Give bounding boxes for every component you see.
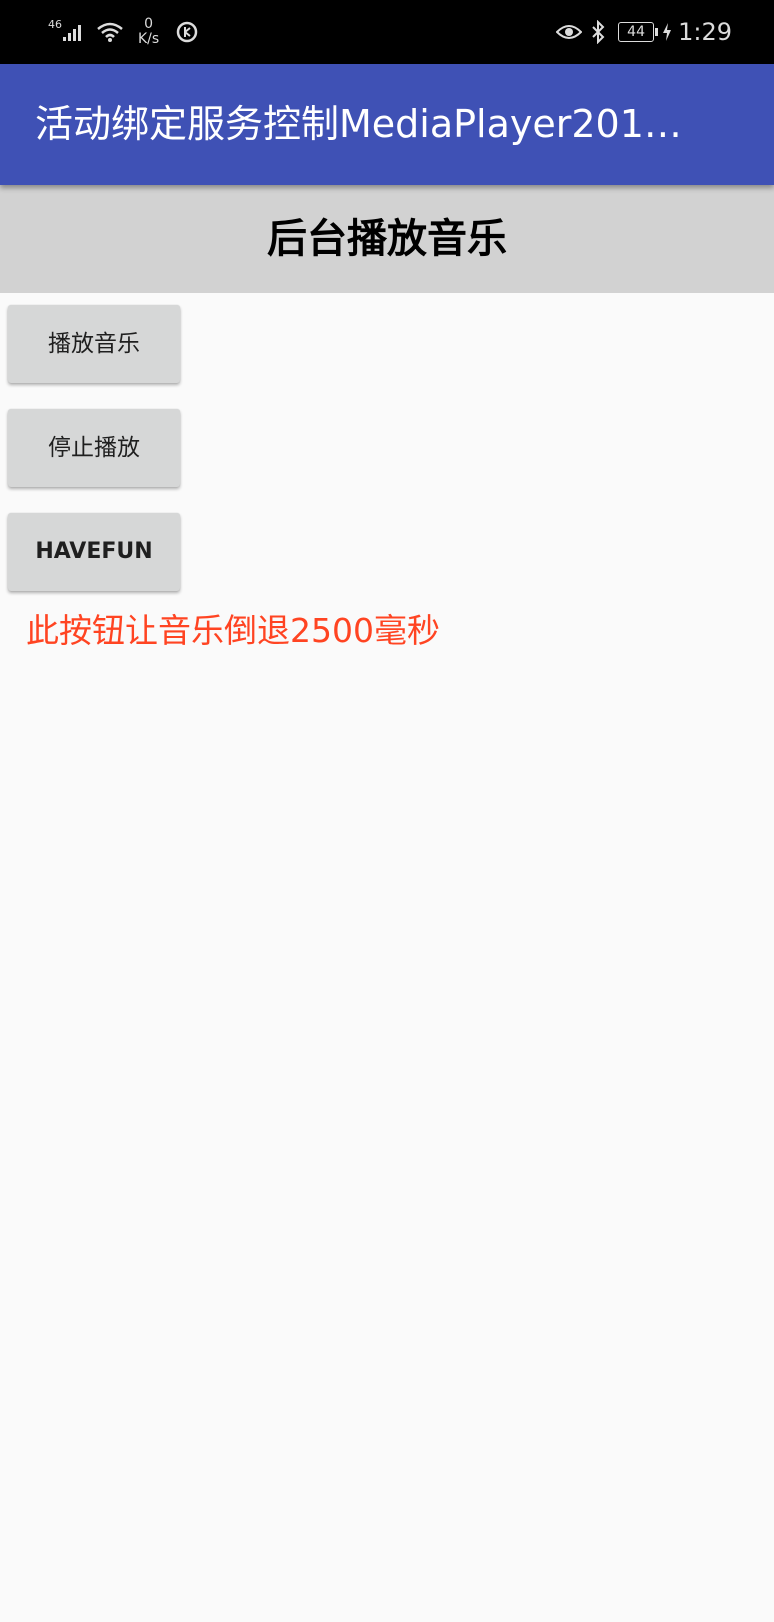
app-title: 活动绑定服务控制MediaPlayer201… <box>35 102 682 146</box>
battery-indicator: 44 <box>618 22 659 42</box>
status-bar: 46 0 K/s 44 1:29 <box>0 0 774 64</box>
signal-icon <box>62 22 86 42</box>
page-title: 后台播放音乐 <box>267 216 507 262</box>
network-type-label: 46 <box>48 17 62 31</box>
status-left-group: 46 0 K/s <box>48 14 209 50</box>
stop-playback-button[interactable]: 停止播放 <box>8 409 180 487</box>
wifi-icon <box>96 21 124 43</box>
hint-text: 此按钮让音乐倒退2500毫秒 <box>26 611 440 650</box>
app-bar: 活动绑定服务控制MediaPlayer201… <box>0 64 774 185</box>
status-right-group: 44 1:29 <box>556 14 732 50</box>
data-saver-icon <box>175 20 199 44</box>
charging-icon <box>662 22 672 42</box>
speed-value: 0 <box>144 16 154 32</box>
bluetooth-icon <box>590 20 606 44</box>
battery-level: 44 <box>627 24 645 40</box>
eye-icon <box>556 23 583 41</box>
havefun-button[interactable]: HAVEFUN <box>8 513 180 591</box>
play-music-button[interactable]: 播放音乐 <box>8 305 180 383</box>
network-speed: 0 K/s <box>138 17 159 47</box>
speed-unit: K/s <box>138 31 160 47</box>
clock: 1:29 <box>678 18 732 46</box>
header-band: 后台播放音乐 <box>0 185 774 293</box>
